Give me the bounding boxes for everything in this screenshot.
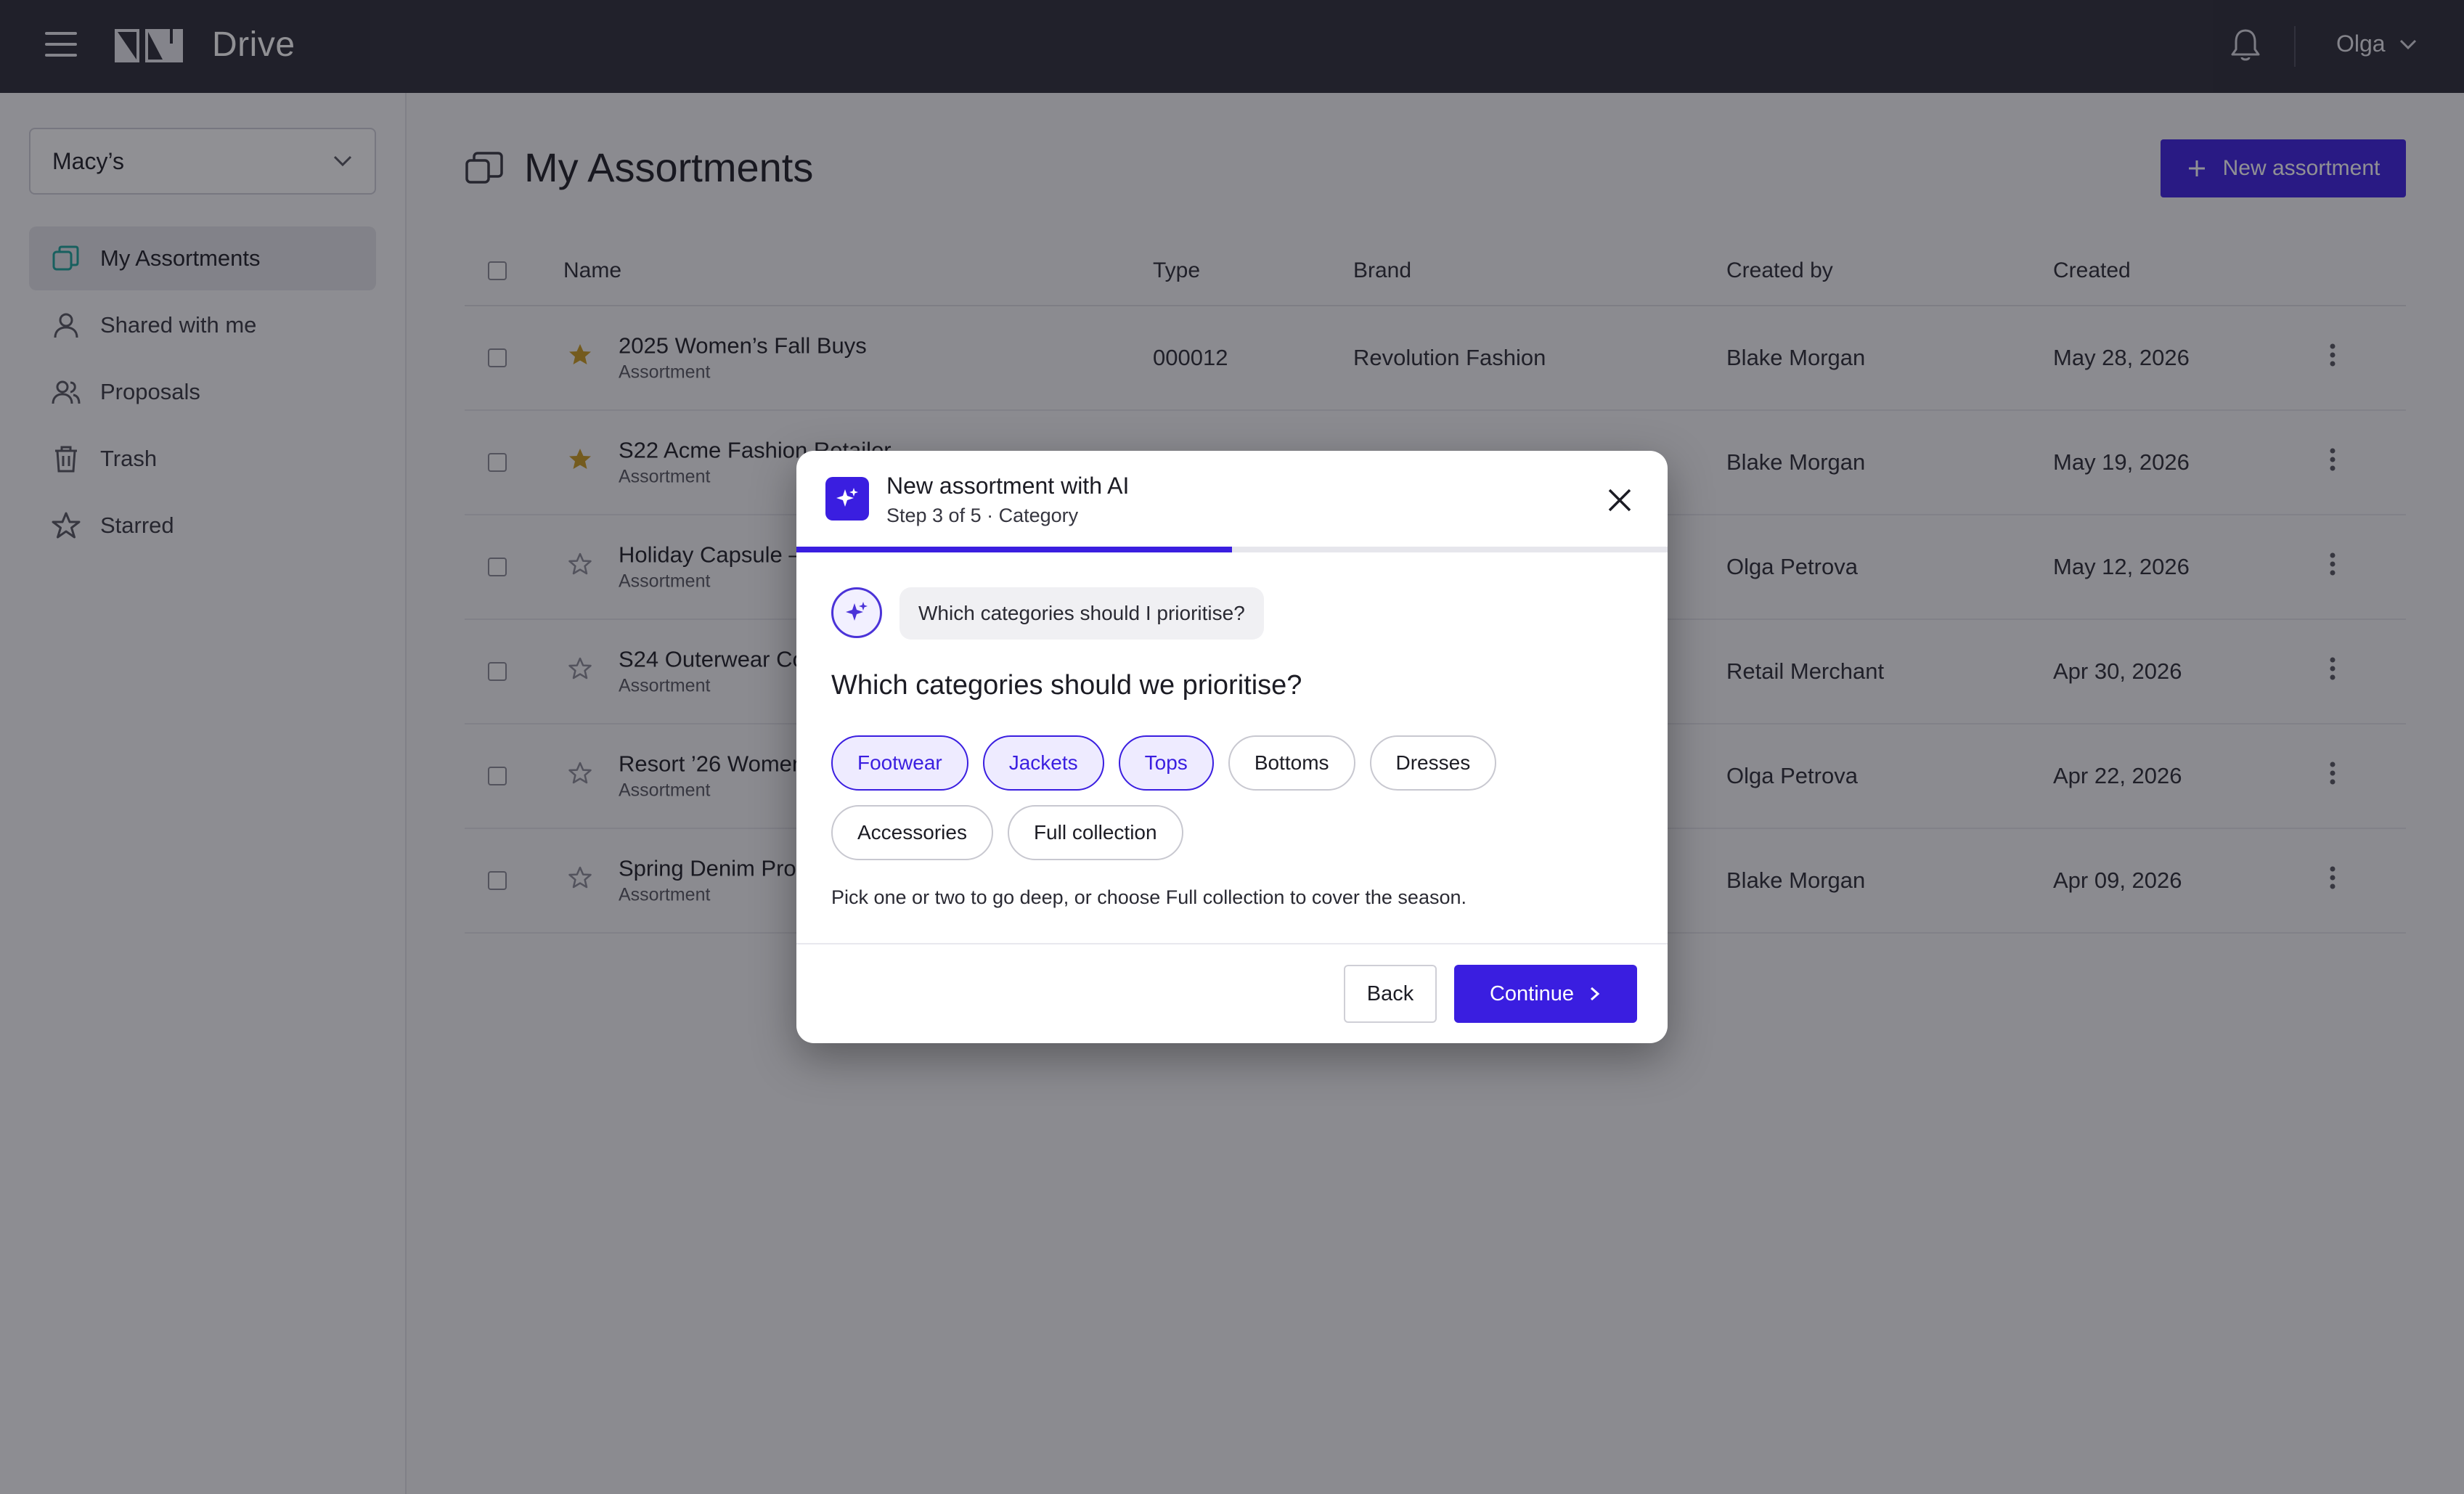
continue-button[interactable]: Continue (1454, 965, 1637, 1023)
category-chip[interactable]: Dresses (1369, 735, 1497, 791)
dialog-question: Which categories should we prioritise? (831, 670, 1302, 701)
dialog-title: New assortment with AI (886, 473, 1130, 499)
category-chip[interactable]: Jackets (982, 735, 1104, 791)
category-chip[interactable]: Full collection (1007, 805, 1183, 860)
dialog-header: New assortment with AI Step 3 of 5 · Cat… (796, 451, 1668, 550)
back-button[interactable]: Back (1344, 965, 1437, 1023)
category-chip[interactable]: Footwear (831, 735, 968, 791)
category-chips: Footwear Jackets Tops Bottoms Dresses Accesso… (831, 735, 1630, 860)
continue-label: Continue (1489, 981, 1575, 1005)
ai-message-bubble: Which categories should I prioritise? (899, 587, 1264, 640)
ai-assortment-dialog: New assortment with AI Step 3 of 5 · Cat… (796, 451, 1668, 1043)
close-icon[interactable] (1605, 486, 1634, 515)
sparkle-icon (846, 602, 868, 621)
dialog-step: Step 3 of 5 · Category (886, 505, 1079, 526)
dialog-footer-divider (796, 943, 1668, 944)
step-progress-bar (796, 547, 1668, 552)
step-progress-fill (796, 547, 1232, 552)
category-chip[interactable]: Bottoms (1228, 735, 1355, 791)
chevron-right-icon (1591, 987, 1600, 1001)
sparkle-icon (836, 488, 858, 507)
category-chip[interactable]: Tops (1118, 735, 1214, 791)
ai-sparkle-badge (825, 477, 869, 521)
dialog-hint: Pick one or two to go deep, or choose Fu… (831, 886, 1466, 908)
category-chip[interactable]: Accessories (831, 805, 993, 860)
ai-assistant-avatar (831, 587, 882, 638)
